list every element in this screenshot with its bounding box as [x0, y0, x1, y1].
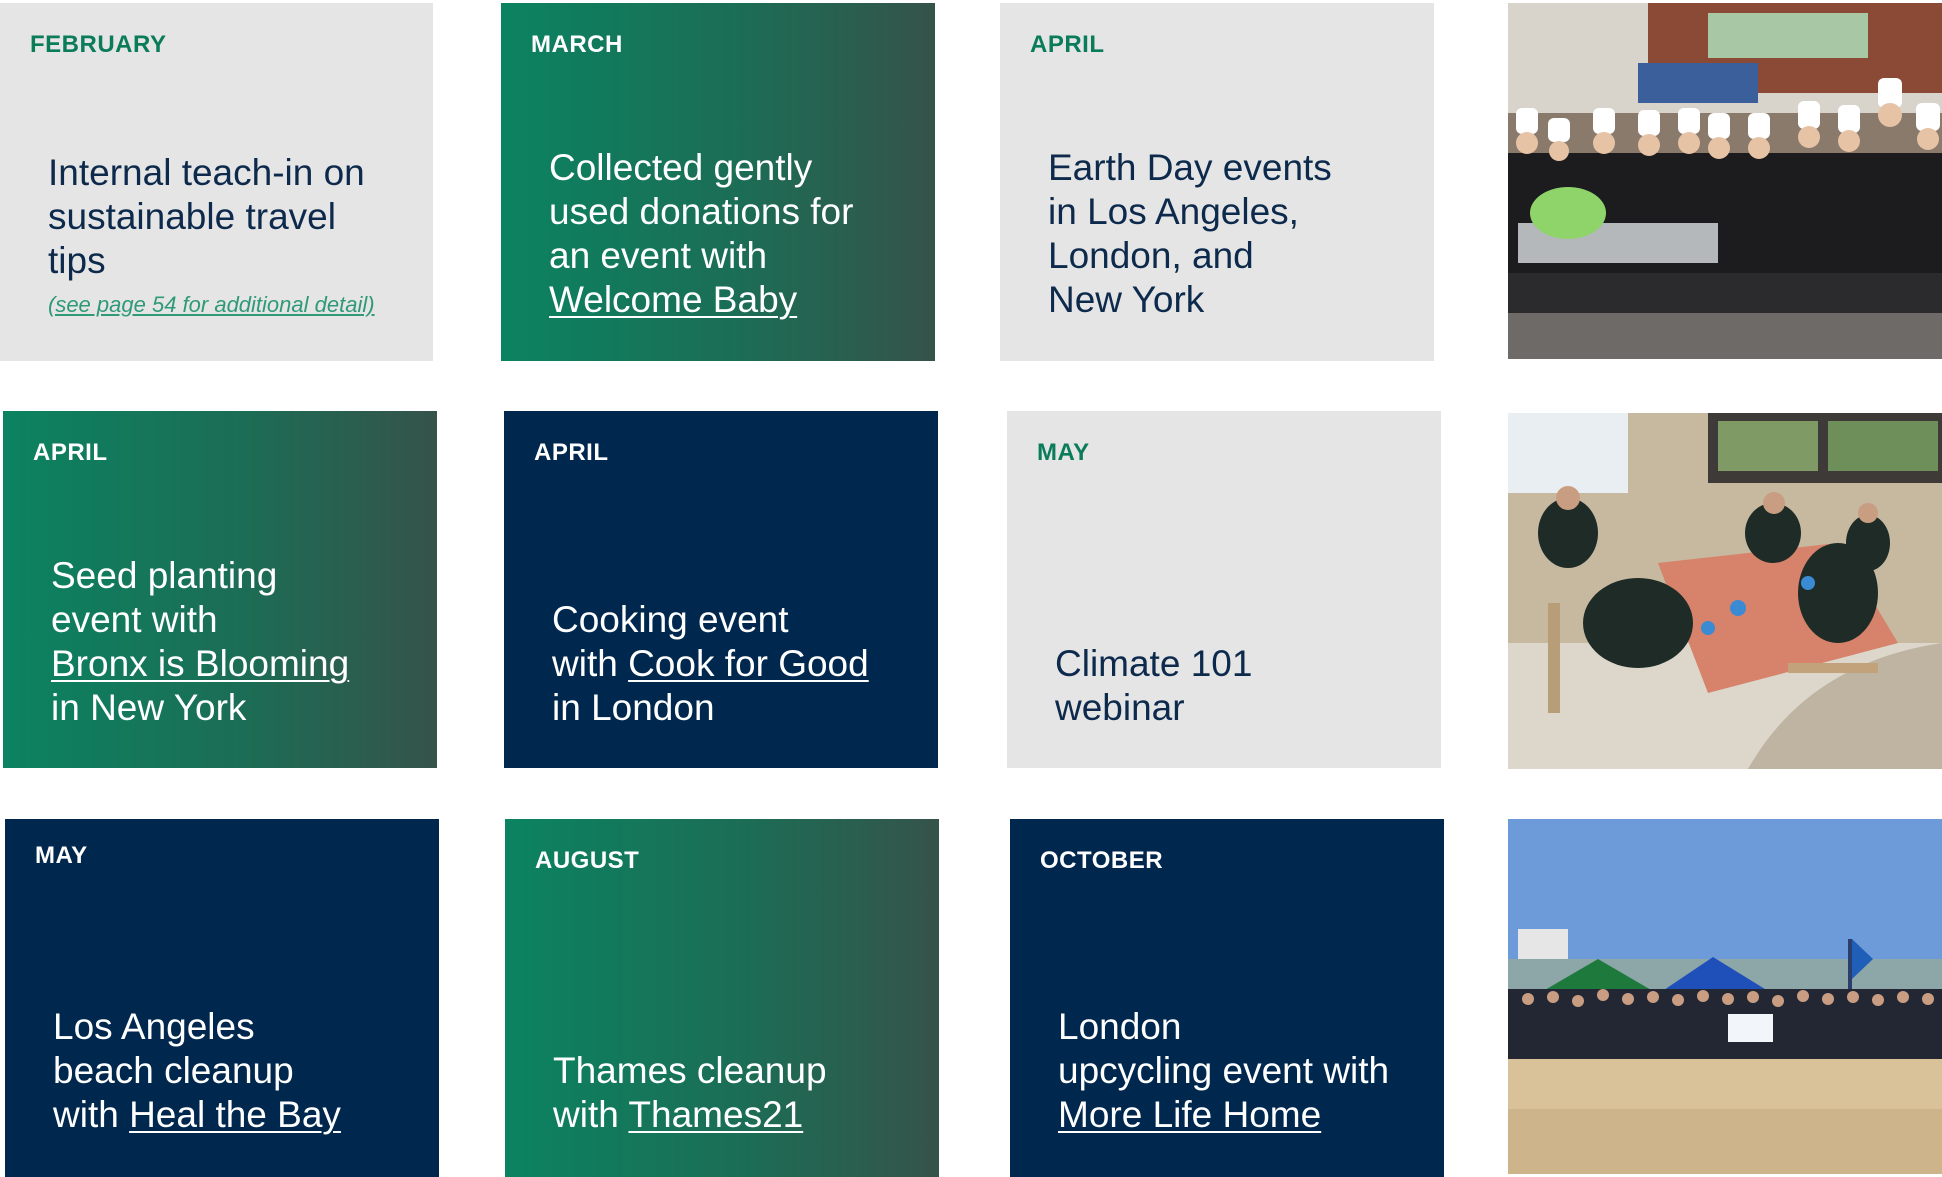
- tile-line: an event with: [549, 235, 768, 276]
- tile-line: Climate 101: [1055, 643, 1253, 684]
- tile-may-beach-cleanup: MAY Los Angeles beach cleanup with Heal …: [5, 819, 439, 1177]
- tile-line: Internal teach-in on: [48, 152, 365, 193]
- tile-month: AUGUST: [535, 847, 640, 874]
- tile-month: MAY: [35, 842, 88, 869]
- thames21-link[interactable]: Thames21: [628, 1094, 803, 1135]
- tile-month: APRIL: [534, 439, 609, 466]
- tile-month: MARCH: [531, 31, 623, 58]
- tile-description: Los Angeles beach cleanup with Heal the …: [53, 1005, 341, 1137]
- beach-cleanup-photo: [1508, 819, 1942, 1174]
- tile-april-seed-planting: APRIL Seed planting event with Bronx is …: [3, 411, 437, 768]
- tile-description: Thames cleanup with Thames21: [553, 1049, 827, 1137]
- tile-month: APRIL: [1030, 31, 1105, 58]
- tile-line-prefix: with: [53, 1094, 130, 1135]
- tile-line: in London: [552, 687, 715, 728]
- tile-line: London, and: [1048, 235, 1254, 276]
- tile-line-prefix: with: [553, 1094, 629, 1135]
- tile-april-cooking-event: APRIL Cooking event with Cook for Good i…: [504, 411, 938, 768]
- tile-line: Earth Day events: [1048, 147, 1332, 188]
- tile-line: Cooking event: [552, 599, 789, 640]
- tile-month: OCTOBER: [1040, 847, 1164, 874]
- cooking-event-photo: [1508, 3, 1942, 359]
- tile-description: Seed planting event with Bronx is Bloomi…: [51, 554, 349, 730]
- tile-month: MAY: [1037, 439, 1090, 466]
- tile-month: APRIL: [33, 439, 108, 466]
- tile-description: London upcycling event with More Life Ho…: [1058, 1005, 1389, 1137]
- tile-line: upcycling event with: [1058, 1050, 1390, 1091]
- tile-line: Los Angeles: [53, 1006, 255, 1047]
- tile-line: London: [1058, 1006, 1182, 1047]
- tile-description: Climate 101 webinar: [1055, 642, 1252, 730]
- tile-description: Cooking event with Cook for Good in Lond…: [552, 598, 869, 730]
- tile-line-prefix: with: [552, 643, 629, 684]
- more-life-home-link[interactable]: More Life Home: [1058, 1094, 1321, 1135]
- tile-line: beach cleanup: [53, 1050, 294, 1091]
- tile-october-upcycling: OCTOBER London upcycling event with More…: [1010, 819, 1444, 1177]
- seed-planting-photo: [1508, 413, 1942, 769]
- tile-line: event with: [51, 599, 218, 640]
- cook-for-good-link[interactable]: Cook for Good: [628, 643, 869, 684]
- tile-august-thames-cleanup: AUGUST Thames cleanup with Thames21: [505, 819, 939, 1177]
- tile-line: New York: [1048, 279, 1205, 320]
- tile-line: tips: [48, 240, 106, 281]
- tile-february-travel-teach-in: FEBRUARY Internal teach-in on sustainabl…: [0, 3, 433, 361]
- welcome-baby-link[interactable]: Welcome Baby: [549, 279, 797, 320]
- tile-description: Earth Day events in Los Angeles, London,…: [1048, 146, 1332, 322]
- tile-line: sustainable travel: [48, 196, 336, 237]
- tile-may-climate-webinar: MAY Climate 101 webinar: [1007, 411, 1441, 768]
- tile-line: Thames cleanup: [553, 1050, 827, 1091]
- tile-line: in Los Angeles,: [1048, 191, 1299, 232]
- tile-line: Seed planting: [51, 555, 278, 596]
- tile-march-donations: MARCH Collected gently used donations fo…: [501, 3, 935, 361]
- tile-line: webinar: [1055, 687, 1185, 728]
- page-reference-link[interactable]: (see page 54 for additional detail): [48, 291, 375, 319]
- tile-april-earth-day: APRIL Earth Day events in Los Angeles, L…: [1000, 3, 1434, 361]
- bronx-is-blooming-link[interactable]: Bronx is Blooming: [51, 643, 349, 684]
- tile-line: Collected gently: [549, 147, 813, 188]
- tile-description: Collected gently used donations for an e…: [549, 146, 853, 322]
- tile-line: used donations for: [549, 191, 854, 232]
- heal-the-bay-link[interactable]: Heal the Bay: [129, 1094, 341, 1135]
- tile-month: FEBRUARY: [30, 31, 167, 58]
- tile-description: Internal teach-in on sustainable travel …: [48, 151, 375, 319]
- tile-line: in New York: [51, 687, 247, 728]
